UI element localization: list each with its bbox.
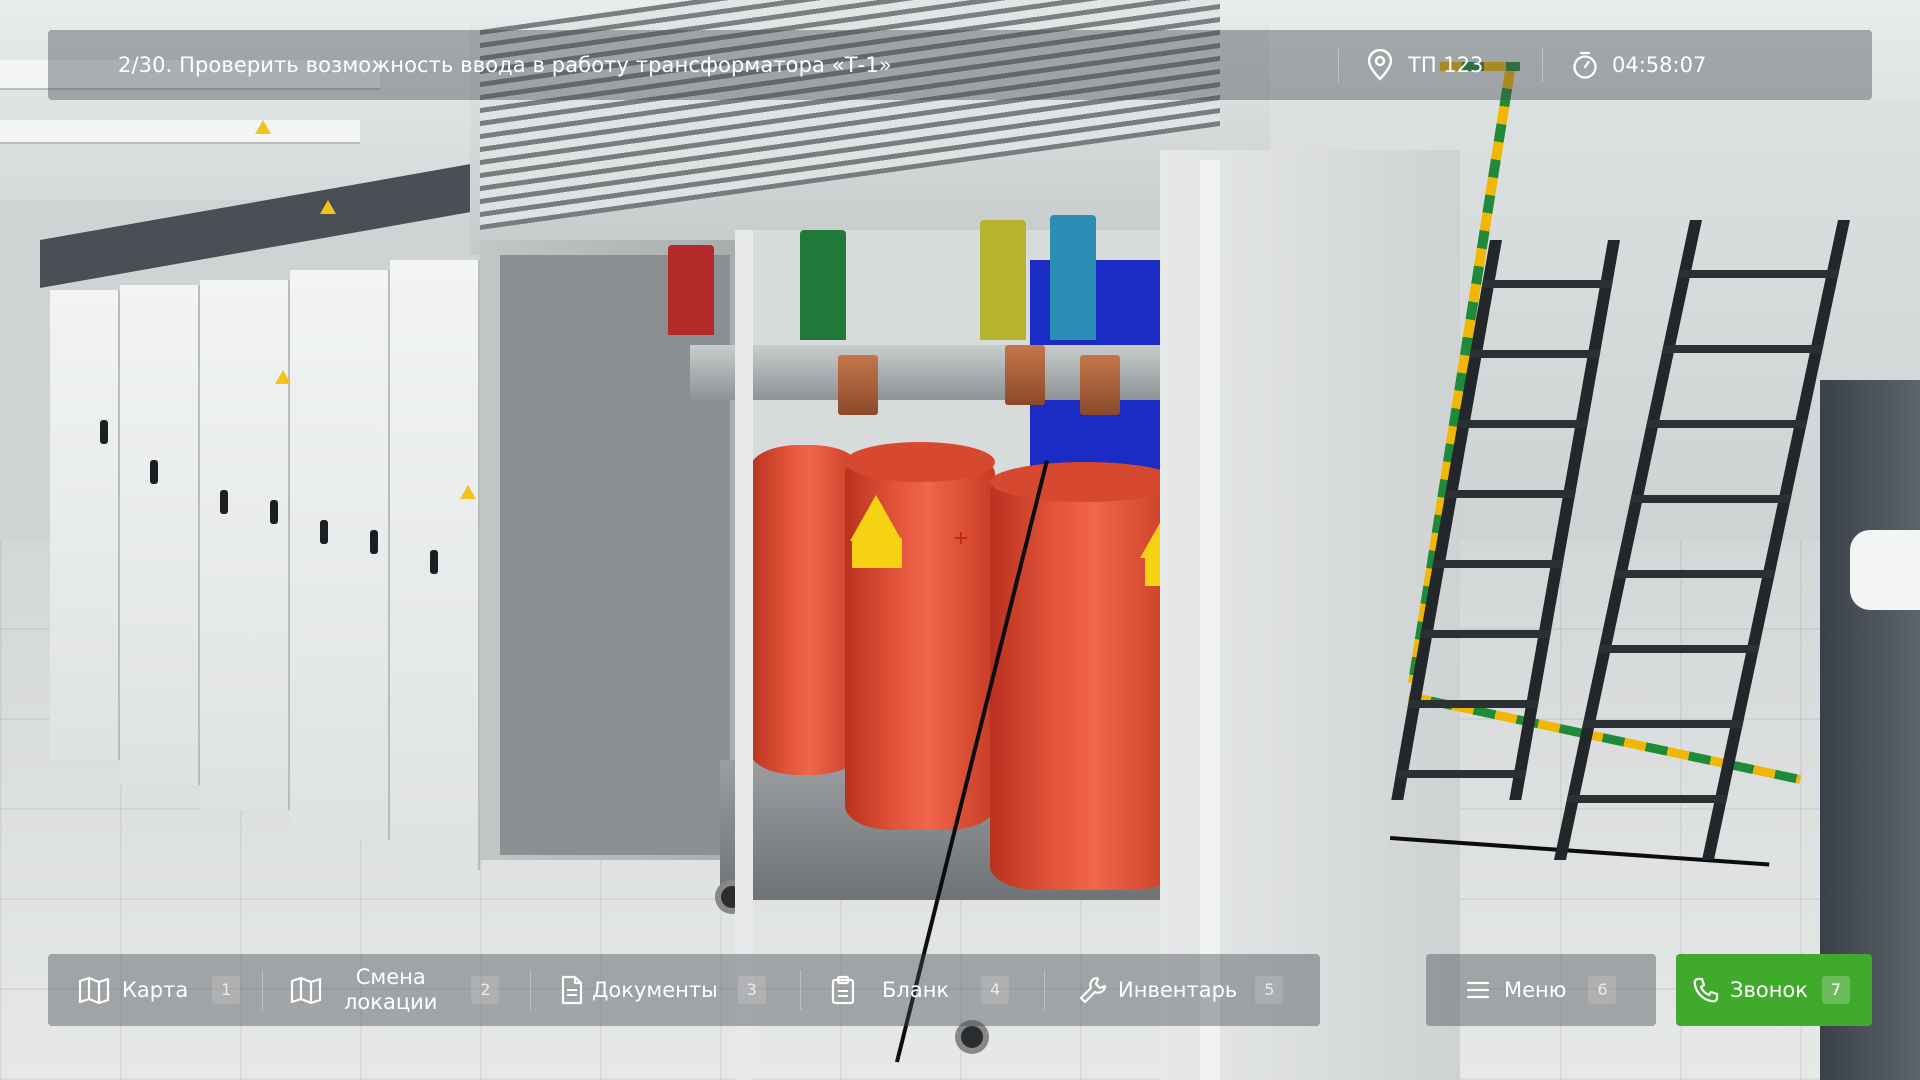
task-title: 2/30. Проверить возможность ввода в рабо… xyxy=(118,53,892,77)
timer-value: 04:58:07 xyxy=(1612,53,1707,77)
cabinet-panel xyxy=(50,290,120,760)
divider xyxy=(800,970,801,1010)
document-icon xyxy=(561,975,583,1005)
inventory-button[interactable]: Инвентарь 5 xyxy=(1078,954,1284,1026)
map-button-label: Карта xyxy=(122,978,189,1002)
busbar-yellow xyxy=(980,220,1026,340)
transformer-coil-top xyxy=(990,462,1180,502)
divider xyxy=(1338,48,1339,82)
inventory-button-label: Инвентарь xyxy=(1118,978,1238,1002)
wrench-icon xyxy=(1079,976,1107,1004)
call-button[interactable]: Звонок 7 xyxy=(1676,954,1872,1026)
hamburger-icon xyxy=(1466,981,1490,999)
location-pin-icon xyxy=(1367,49,1393,81)
task-bar: 2/30. Проверить возможность ввода в рабо… xyxy=(48,30,1872,100)
menu-button-content: Меню 6 xyxy=(1466,954,1617,1026)
form-button[interactable]: Бланк 4 xyxy=(830,954,1010,1026)
map-icon xyxy=(78,976,110,1005)
cabinet-handle xyxy=(100,420,108,444)
divider xyxy=(1542,48,1543,82)
enclosure-right-edge xyxy=(1200,160,1220,1080)
cabinet-handle xyxy=(320,520,328,544)
warning-sign-icon xyxy=(275,370,291,384)
transformer-coil-top xyxy=(845,442,995,482)
documents-button[interactable]: Документы 3 xyxy=(560,954,766,1026)
scene-3d-viewport[interactable] xyxy=(0,0,1920,1080)
hotkey-badge: 6 xyxy=(1588,976,1617,1004)
warning-sign-icon xyxy=(320,200,336,214)
copper-terminal xyxy=(1005,345,1045,405)
location-label: ТП 123 xyxy=(1408,53,1484,77)
cabinet-handle xyxy=(270,500,278,524)
location-indicator: ТП 123 xyxy=(1366,30,1483,100)
copper-terminal xyxy=(1080,355,1120,415)
busbar-blue xyxy=(1050,215,1096,340)
high-voltage-label xyxy=(852,538,902,568)
call-button-content: Звонок 7 xyxy=(1692,954,1850,1026)
cabinet-handle xyxy=(370,530,378,554)
cabinet-panel xyxy=(290,270,390,840)
warning-sign-icon xyxy=(460,485,476,499)
timer: 04:58:07 xyxy=(1572,30,1706,100)
divider xyxy=(262,970,263,1010)
stopwatch-icon xyxy=(1573,51,1597,79)
change-location-button-label: Смена локации xyxy=(344,965,437,1015)
copper-terminal xyxy=(838,355,878,415)
change-location-button[interactable]: Смена локации 2 xyxy=(290,954,500,1026)
cabinet-handle xyxy=(430,550,438,574)
insulator xyxy=(1850,530,1920,610)
change-location-label-line1: Смена xyxy=(355,965,426,989)
change-location-label-line2: локации xyxy=(344,990,438,1014)
busbar-red xyxy=(668,245,714,335)
cabinet-handle xyxy=(150,460,158,484)
hotkey-badge: 4 xyxy=(981,976,1010,1004)
divider xyxy=(1044,970,1045,1010)
clipboard-icon xyxy=(831,975,855,1005)
warning-sign-icon xyxy=(255,120,271,134)
hotkey-badge: 3 xyxy=(737,976,766,1004)
menu-button[interactable]: Меню 6 xyxy=(1426,954,1656,1026)
busbar-green xyxy=(800,230,846,340)
high-voltage-sign-icon xyxy=(850,495,902,541)
hotkey-badge: 5 xyxy=(1255,976,1284,1004)
cabinet-panel xyxy=(120,285,200,785)
hotkey-badge: 7 xyxy=(1821,976,1850,1004)
divider xyxy=(530,970,531,1010)
busbar-rail xyxy=(690,345,1210,400)
transformer-coil xyxy=(750,445,860,775)
call-button-label: Звонок xyxy=(1730,978,1808,1002)
hotkey-badge: 2 xyxy=(471,976,500,1004)
ceiling-beam xyxy=(0,120,360,144)
phone-icon xyxy=(1693,977,1719,1003)
cabinet-panel xyxy=(200,280,290,810)
cabinet-handle xyxy=(220,490,228,514)
bottom-toolbar: Карта 1 Смена локации 2 Документы 3 Блан… xyxy=(48,954,1320,1026)
form-button-label: Бланк xyxy=(882,978,950,1002)
map-icon xyxy=(290,976,322,1005)
documents-button-label: Документы xyxy=(592,978,718,1002)
hotkey-badge: 1 xyxy=(212,976,241,1004)
menu-button-label: Меню xyxy=(1504,978,1567,1002)
enclosure-door-frame xyxy=(735,230,753,1080)
map-button[interactable]: Карта 1 xyxy=(78,954,241,1026)
crosshair-icon xyxy=(955,532,967,544)
